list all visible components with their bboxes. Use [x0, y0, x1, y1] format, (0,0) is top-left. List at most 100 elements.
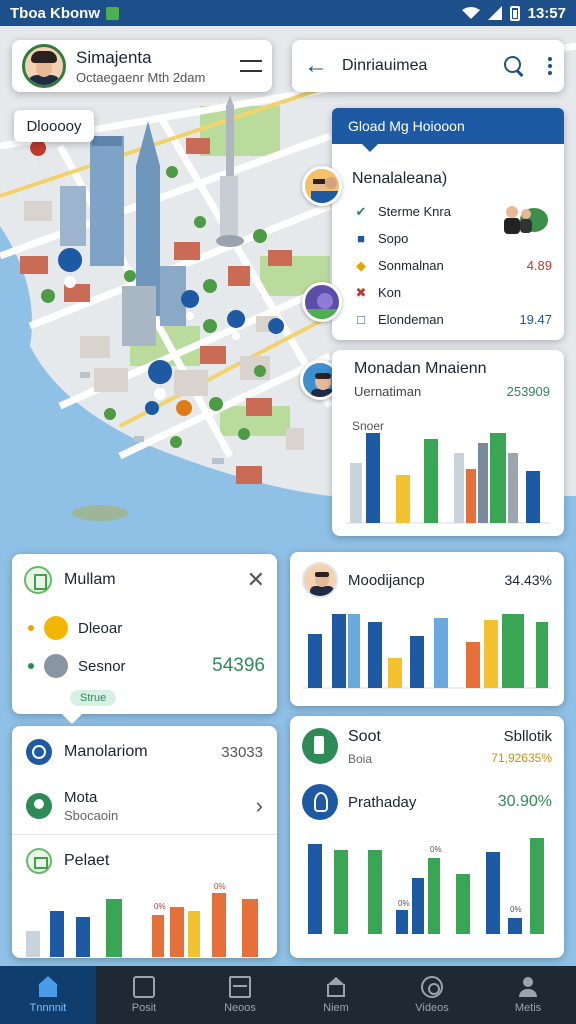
- list-item[interactable]: ◆ Sonmalnan 4.89: [332, 252, 564, 279]
- pelaet-bar-chart: 0% 0%: [26, 882, 258, 957]
- document-icon: [24, 566, 52, 594]
- status-bar: Tboa Kbonw 13:57: [0, 0, 576, 26]
- nav-item-label: Niem: [323, 1002, 349, 1014]
- chevron-right-icon[interactable]: ›: [256, 793, 263, 819]
- search-bar[interactable]: ← Dinriauimea: [292, 40, 564, 92]
- chart-bar: [508, 918, 522, 934]
- pelaet-title: Pelaet: [64, 852, 110, 869]
- birthday-row[interactable]: Prathaday 30.90%: [302, 784, 552, 820]
- shield-icon: [44, 654, 68, 678]
- chart-bar: [490, 419, 506, 523]
- map-location-tag[interactable]: Dlooooy: [14, 110, 94, 142]
- mono-panel: Manolariom 33033 Mota Sbocaoin › Pelaet …: [12, 726, 277, 958]
- diamond-icon: ◆: [356, 257, 366, 273]
- mullam-row-value: 54396: [212, 655, 265, 676]
- birthday-value: 30.90%: [497, 793, 552, 810]
- chart-bar: [170, 907, 184, 957]
- mullam-row[interactable]: Sesnor 54396: [24, 654, 265, 678]
- monitor-title: Monadan Mnaienn: [354, 360, 487, 377]
- home-icon: [37, 976, 59, 998]
- target-icon: [26, 739, 52, 765]
- nav-item-home[interactable]: Tnnnnit: [0, 966, 96, 1024]
- cross-icon: ✖: [355, 284, 367, 300]
- nav-item-metis[interactable]: Metis: [480, 966, 576, 1024]
- nav-item-label: Neoos: [224, 1002, 256, 1014]
- chart-bar: [530, 838, 544, 934]
- square-icon: □: [357, 312, 365, 327]
- monitor-bar-chart: [346, 419, 550, 524]
- chart-bar: [26, 931, 40, 957]
- chart-bar: [332, 614, 346, 688]
- nav-item-niem[interactable]: Niem: [288, 966, 384, 1024]
- chart-bar: [348, 614, 360, 688]
- soot-panel: Soot Boia Sbllotik 71,92635% Prathaday 3…: [290, 716, 564, 958]
- more-options-icon[interactable]: [548, 57, 552, 75]
- house-icon: [26, 848, 52, 874]
- group-avatar[interactable]: [302, 166, 342, 206]
- mono-header-row[interactable]: Manolariom 33033: [12, 726, 277, 778]
- chart-bar: [396, 910, 408, 934]
- map-location-tag-label: Dlooooy: [26, 117, 82, 135]
- chart-bar: [308, 634, 322, 688]
- close-icon[interactable]: ✕: [247, 569, 265, 591]
- nav-item-post[interactable]: Posit: [96, 966, 192, 1024]
- user-avatar[interactable]: [22, 44, 66, 88]
- list-panel: Gload Mg Hoiooon Nenalaleana) ✔ Sterme K…: [332, 108, 564, 340]
- battery-icon: [509, 5, 520, 21]
- chart-bar: [424, 439, 438, 523]
- mullam-row[interactable]: Dleoar: [24, 616, 265, 640]
- search-icon[interactable]: [504, 56, 524, 76]
- back-arrow-icon[interactable]: ←: [304, 54, 328, 78]
- app-badge-icon: [106, 6, 119, 20]
- bullet-icon: [28, 625, 34, 631]
- wifi-icon: [461, 7, 480, 19]
- mono-value: 33033: [221, 743, 263, 761]
- soot-subtitle: Boia: [348, 752, 373, 766]
- monitor-panel: Monadan Mnaienn Uernatiman 253909 Snoer: [332, 350, 564, 536]
- pelaet-row: Pelaet: [12, 841, 277, 881]
- list-panel-title: Nenalaleana): [352, 170, 448, 187]
- mono-title: Manolariom: [64, 743, 148, 760]
- chart-bar: [456, 874, 470, 934]
- monitor-value: 253909: [506, 384, 550, 399]
- nav-item-videos[interactable]: Videos: [384, 966, 480, 1024]
- chart-bar: [152, 915, 164, 957]
- bottom-navigation: Tnnnnit Posit Neoos Niem Videos Metis: [0, 966, 576, 1024]
- status-badge: Strue: [70, 690, 117, 706]
- list-item[interactable]: ✖ Kon: [332, 279, 564, 306]
- chart-bar: [368, 622, 382, 688]
- birthday-title: Prathaday: [348, 793, 417, 811]
- clock: 13:57: [527, 4, 566, 22]
- list-item-value: 4.89: [526, 258, 552, 273]
- coin-icon: [44, 616, 68, 640]
- mullam-row-label: Dleoar: [78, 619, 123, 637]
- news-icon: [229, 976, 251, 998]
- list-item[interactable]: □ Elondeman 19.47: [332, 306, 564, 333]
- profile-card[interactable]: Simajenta Octaegaenr Mth 2dam: [12, 40, 272, 92]
- monitor-subtitle: Uernatiman: [354, 384, 422, 399]
- chart-bar: [76, 917, 90, 957]
- nav-item-news[interactable]: Neoos: [192, 966, 288, 1024]
- mullam-row-label: Sesnor: [78, 657, 126, 675]
- nav-item-label: Videos: [415, 1002, 449, 1014]
- chart-bar: [410, 636, 424, 688]
- chart-bar: [478, 443, 488, 523]
- mota-title: Mota: [64, 789, 98, 806]
- location-avatar[interactable]: [302, 282, 342, 322]
- divider: [12, 834, 277, 835]
- module-avatar[interactable]: [302, 562, 338, 598]
- mota-row[interactable]: Mota Sbocaoin ›: [12, 778, 277, 834]
- list-item-label: Sonmalnan: [378, 258, 444, 273]
- chart-bar: [412, 878, 424, 934]
- chart-bar: [396, 475, 410, 523]
- soot-bar-chart: 0% 0% 0%: [308, 838, 544, 934]
- bottle-icon: [302, 728, 338, 764]
- chart-bar: [434, 618, 448, 688]
- chart-bar: [350, 463, 362, 523]
- chart-bar: [188, 911, 200, 957]
- chart-bar: [466, 642, 480, 688]
- check-icon: ✔: [355, 203, 367, 219]
- hamburger-menu-icon[interactable]: [240, 60, 262, 72]
- group-illustration-icon: [504, 206, 548, 234]
- chart-bar: [368, 850, 382, 934]
